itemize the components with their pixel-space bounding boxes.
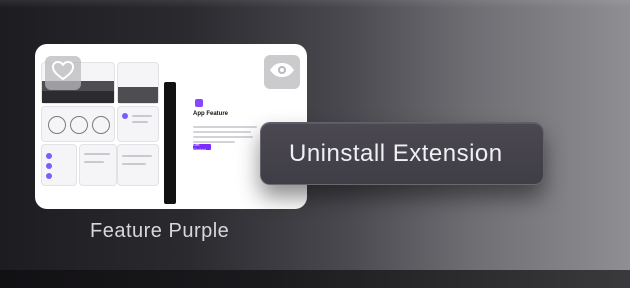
thumbnail-side-wave bbox=[118, 87, 158, 103]
thumbnail-line bbox=[84, 153, 110, 155]
preview-text-line bbox=[193, 126, 257, 128]
thumbnail-list-dot bbox=[46, 163, 52, 169]
thumbnail-line bbox=[132, 121, 148, 123]
window-top-fade bbox=[0, 0, 630, 8]
thumbnail-ring-2 bbox=[70, 116, 88, 134]
thumbnail-details-panel bbox=[79, 144, 117, 186]
thumbnail-chat-panel bbox=[117, 106, 159, 142]
card-title: Feature Purple bbox=[90, 220, 230, 242]
preview-text-line bbox=[193, 131, 251, 133]
thumbnail-side-panel bbox=[117, 62, 159, 104]
thumbnail-list-dot bbox=[46, 173, 52, 179]
thumbnail-ring-1 bbox=[48, 116, 66, 134]
thumbnail-line bbox=[122, 163, 146, 165]
thumbnail-list-dot bbox=[46, 153, 52, 159]
eye-icon bbox=[269, 62, 295, 83]
thumbnail-dark-sidebar bbox=[164, 82, 176, 204]
preview-button[interactable] bbox=[264, 55, 300, 89]
thumbnail-ring-3 bbox=[92, 116, 110, 134]
thumbnail-activity-panel bbox=[117, 144, 159, 186]
feature-app-icon bbox=[195, 99, 203, 107]
thumbnail-wave-dark bbox=[42, 91, 114, 103]
favorite-button[interactable] bbox=[45, 56, 81, 90]
uninstall-extension-label: Uninstall Extension bbox=[289, 139, 503, 167]
preview-get-started-button: Get Started bbox=[193, 142, 211, 152]
thumbnail-avatar-dot bbox=[122, 113, 128, 119]
thumbnail-metrics-panel bbox=[41, 106, 115, 142]
thumbnail-line bbox=[132, 115, 152, 117]
bottom-bar bbox=[0, 270, 630, 288]
preview-title: App Feature bbox=[193, 111, 229, 117]
thumbnail-line bbox=[84, 161, 104, 163]
thumbnail-list-panel bbox=[41, 144, 77, 186]
uninstall-extension-menu-item[interactable]: Uninstall Extension bbox=[260, 122, 544, 185]
thumbnail-line bbox=[122, 155, 152, 157]
preview-text-line bbox=[193, 136, 253, 138]
heart-icon bbox=[52, 60, 74, 86]
